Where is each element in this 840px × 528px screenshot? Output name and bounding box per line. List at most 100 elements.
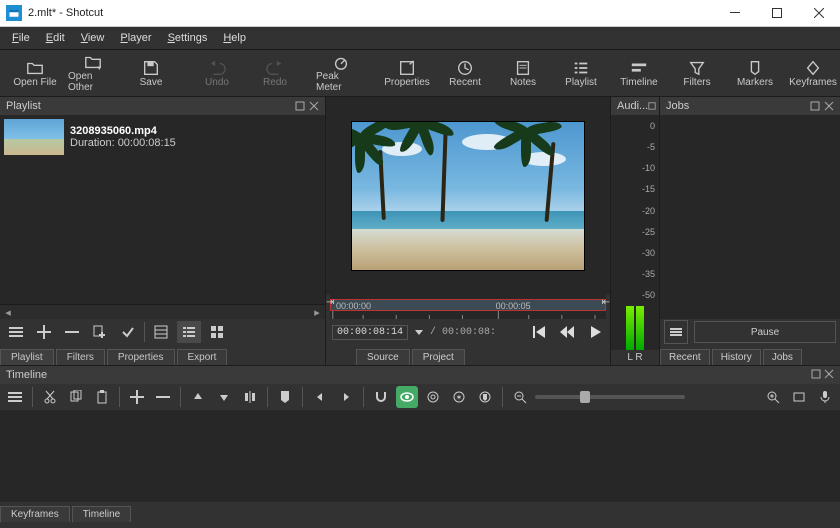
tab-keyframes[interactable]: Keyframes [0, 506, 70, 522]
zoom-in-icon[interactable] [762, 386, 784, 408]
zoom-slider[interactable] [535, 395, 685, 399]
tab-export[interactable]: Export [177, 349, 228, 365]
close-panel-icon[interactable] [824, 101, 834, 111]
tab-timeline[interactable]: Timeline [72, 506, 131, 522]
playlist-item-name: 3208935060.mp4 [70, 125, 157, 137]
audio-meter-panel: Audi... 0-5-10-15-20-25-30-35-50 L R [611, 97, 660, 365]
cut-icon[interactable] [39, 386, 61, 408]
close-button[interactable] [798, 0, 840, 26]
window-title: 2.mlt* - Shotcut [28, 7, 103, 19]
undo-button[interactable]: Undo [188, 51, 246, 95]
minus-icon[interactable] [60, 321, 84, 343]
app-window: 2.mlt* - Shotcut FileEditViewPlayerSetti… [0, 0, 840, 528]
plus-icon[interactable] [32, 321, 56, 343]
jobs-title: Jobs [660, 97, 840, 115]
plus-icon[interactable] [126, 386, 148, 408]
split-icon[interactable] [239, 386, 261, 408]
player-ruler[interactable]: ⇥ ⇤ 00:00:00 00:00:05 [330, 295, 606, 319]
tab-playlist[interactable]: Playlist [0, 349, 54, 365]
rewind-icon[interactable] [558, 323, 576, 341]
zoom-out-icon[interactable] [509, 386, 531, 408]
playlist-scrollbar[interactable]: ◂▸ [0, 304, 325, 319]
svg-text:✶: ✶ [456, 393, 463, 402]
notes-button[interactable]: Notes [494, 51, 552, 95]
addfiles-icon[interactable] [88, 321, 112, 343]
meter-bar-r [636, 306, 644, 350]
copy-icon[interactable] [65, 386, 87, 408]
skip-start-icon[interactable] [530, 323, 548, 341]
save-button[interactable]: Save [122, 51, 180, 95]
minimize-button[interactable] [714, 0, 756, 26]
playlist-item[interactable]: 3208935060.mp4 Duration: 00:00:08:15 [0, 115, 325, 159]
scrub-icon[interactable] [396, 386, 418, 408]
player-controls: 00:00:08:14 / 00:00:08: [326, 319, 610, 345]
meter-bar-l [626, 306, 634, 350]
liftup-icon[interactable] [187, 386, 209, 408]
dock-icon[interactable] [811, 369, 821, 379]
next-marker-icon[interactable] [335, 386, 357, 408]
open-file-button[interactable]: Open File [6, 51, 64, 95]
menu-help[interactable]: Help [215, 30, 254, 46]
timeline-button[interactable]: Timeline [610, 51, 668, 95]
tab-source[interactable]: Source [356, 349, 410, 365]
dock-icon[interactable] [295, 101, 305, 111]
menu-settings[interactable]: Settings [160, 30, 216, 46]
timeline-toolbar: ✶ [0, 384, 840, 410]
menu-edit[interactable]: Edit [38, 30, 73, 46]
playlist-button[interactable]: Playlist [552, 51, 610, 95]
jobs-panel: Jobs Pause RecentHistoryJobs [660, 97, 840, 365]
open-other-button[interactable]: Open Other [64, 51, 122, 95]
record-audio-icon[interactable] [814, 386, 836, 408]
tab-filters[interactable]: Filters [56, 349, 105, 365]
keyframes-button[interactable]: Keyframes [784, 51, 840, 95]
tab-properties[interactable]: Properties [107, 349, 175, 365]
jobs-controls: Pause [660, 319, 840, 345]
timeline-tracks[interactable] [0, 410, 840, 502]
ripplemark-icon[interactable] [474, 386, 496, 408]
dropdown-icon[interactable] [414, 327, 424, 337]
tab-jobs[interactable]: Jobs [763, 349, 802, 365]
play-icon[interactable] [586, 323, 604, 341]
rippleall-icon[interactable]: ✶ [448, 386, 470, 408]
marker-icon[interactable] [274, 386, 296, 408]
ripple-icon[interactable] [422, 386, 444, 408]
dock-icon[interactable] [648, 102, 656, 110]
detail-view-icon[interactable] [149, 321, 173, 343]
grid-view-icon[interactable] [205, 321, 229, 343]
tab-project[interactable]: Project [412, 349, 465, 365]
list-view-icon[interactable] [177, 321, 201, 343]
hamburger-icon[interactable] [4, 321, 28, 343]
paste-icon[interactable] [91, 386, 113, 408]
redo-button[interactable]: Redo [246, 51, 304, 95]
recent-button[interactable]: Recent [436, 51, 494, 95]
check-icon[interactable] [116, 321, 140, 343]
tab-history[interactable]: History [712, 349, 761, 365]
markers-button[interactable]: Markers [726, 51, 784, 95]
maximize-button[interactable] [756, 0, 798, 26]
timecode-current[interactable]: 00:00:08:14 [332, 325, 408, 340]
video-preview [326, 97, 610, 295]
menu-view[interactable]: View [73, 30, 113, 46]
filters-button[interactable]: Filters [668, 51, 726, 95]
dock-icon[interactable] [810, 101, 820, 111]
liftdown-icon[interactable] [213, 386, 235, 408]
peak-meter-button[interactable]: Peak Meter [312, 51, 370, 95]
playlist-title: Playlist [0, 97, 325, 115]
properties-button[interactable]: Properties [378, 51, 436, 95]
menu-file[interactable]: File [4, 30, 38, 46]
titlebar: 2.mlt* - Shotcut [0, 0, 840, 27]
close-panel-icon[interactable] [824, 369, 834, 379]
zoom-fit-icon[interactable] [788, 386, 810, 408]
jobs-pause-button[interactable]: Pause [694, 321, 836, 343]
playlist-item-duration: Duration: 00:00:08:15 [70, 137, 176, 149]
hamburger-icon[interactable] [4, 386, 26, 408]
jobs-menu-icon[interactable] [664, 320, 688, 344]
playlist-toolbar [0, 319, 325, 345]
tab-recent[interactable]: Recent [660, 349, 710, 365]
minus-icon[interactable] [152, 386, 174, 408]
menu-player[interactable]: Player [112, 30, 159, 46]
main-toolbar: Open FileOpen OtherSaveUndoRedoPeak Mete… [0, 50, 840, 97]
prev-marker-icon[interactable] [309, 386, 331, 408]
close-panel-icon[interactable] [309, 101, 319, 111]
snap-icon[interactable] [370, 386, 392, 408]
